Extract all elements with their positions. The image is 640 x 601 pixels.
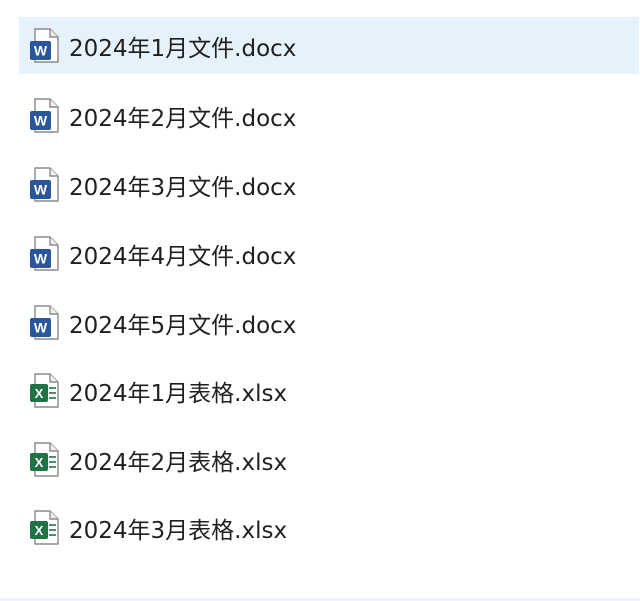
file-name: 2024年2月文件.docx bbox=[69, 105, 297, 132]
svg-text:W: W bbox=[34, 112, 48, 128]
excel-spreadsheet-icon: X bbox=[30, 372, 59, 408]
word-document-icon: W bbox=[30, 235, 59, 271]
file-name: 2024年3月表格.xlsx bbox=[69, 517, 288, 544]
file-item-docx-4[interactable]: W 2024年4月文件.docx bbox=[19, 225, 639, 282]
file-item-docx-5[interactable]: W 2024年5月文件.docx bbox=[19, 294, 639, 351]
file-name: 2024年1月文件.docx bbox=[69, 35, 297, 62]
svg-text:W: W bbox=[34, 319, 48, 335]
excel-spreadsheet-icon: X bbox=[30, 441, 59, 477]
file-name: 2024年5月文件.docx bbox=[69, 312, 297, 339]
file-name: 2024年4月文件.docx bbox=[69, 243, 297, 270]
file-item-xlsx-1[interactable]: X 2024年1月表格.xlsx bbox=[19, 362, 639, 419]
word-document-icon: W bbox=[30, 97, 59, 133]
file-item-xlsx-3[interactable]: X 2024年3月表格.xlsx bbox=[19, 499, 639, 556]
file-list: W 2024年1月文件.docx W 2024年2月文件.docx W 2024… bbox=[0, 0, 640, 601]
word-document-icon: W bbox=[30, 166, 59, 202]
file-name: 2024年3月文件.docx bbox=[69, 174, 297, 201]
word-document-icon: W bbox=[30, 27, 59, 63]
file-name: 2024年2月表格.xlsx bbox=[69, 449, 288, 476]
svg-text:W: W bbox=[34, 250, 48, 266]
svg-text:X: X bbox=[35, 386, 44, 401]
svg-text:W: W bbox=[34, 42, 48, 58]
file-item-docx-1[interactable]: W 2024年1月文件.docx bbox=[19, 17, 639, 74]
file-item-docx-3[interactable]: W 2024年3月文件.docx bbox=[19, 156, 639, 213]
svg-text:X: X bbox=[35, 523, 44, 538]
file-name: 2024年1月表格.xlsx bbox=[69, 380, 288, 407]
file-item-xlsx-2[interactable]: X 2024年2月表格.xlsx bbox=[19, 431, 639, 488]
svg-text:X: X bbox=[35, 455, 44, 470]
svg-text:W: W bbox=[34, 181, 48, 197]
word-document-icon: W bbox=[30, 304, 59, 340]
excel-spreadsheet-icon: X bbox=[30, 509, 59, 545]
file-item-docx-2[interactable]: W 2024年2月文件.docx bbox=[19, 87, 639, 144]
